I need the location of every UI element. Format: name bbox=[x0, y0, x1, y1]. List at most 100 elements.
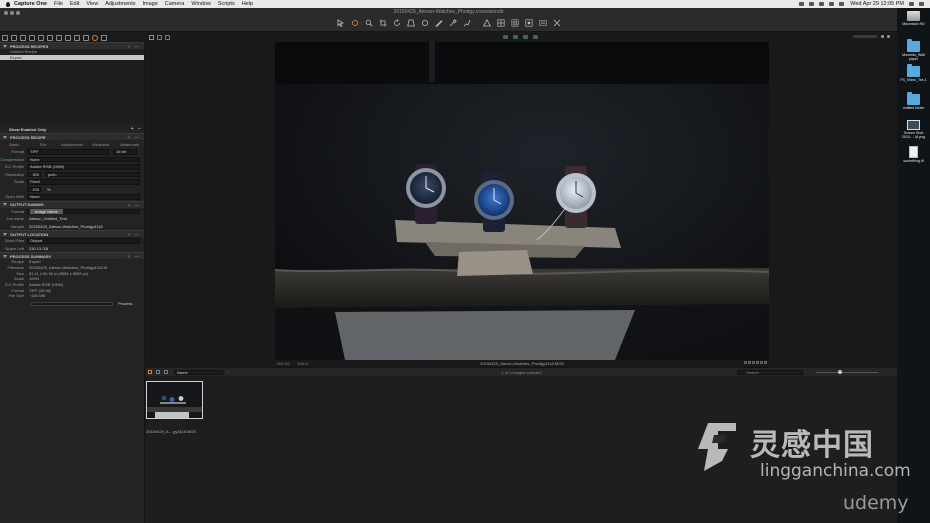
naming-format-input[interactable]: Image Name bbox=[27, 208, 140, 214]
open-with-select[interactable]: None bbox=[27, 194, 140, 200]
overlay-toggle-4-icon[interactable] bbox=[533, 35, 538, 39]
menu-edit[interactable]: Edit bbox=[70, 1, 79, 7]
collapse-triangle-icon[interactable] bbox=[3, 232, 7, 236]
resolution-unit-select[interactable]: px/in bbox=[45, 171, 140, 177]
menu-window[interactable]: Window bbox=[191, 1, 211, 7]
menu-view[interactable]: View bbox=[86, 1, 98, 7]
settings-tools-icon[interactable] bbox=[552, 18, 562, 28]
annotate-tool-icon[interactable] bbox=[462, 18, 472, 28]
section-output-naming[interactable]: OUTPUT NAMING ? ⋯ bbox=[0, 200, 144, 208]
bit-depth-select[interactable]: 16 bit bbox=[113, 149, 137, 155]
viewer-compare-icon[interactable] bbox=[165, 35, 170, 40]
dropbox-icon[interactable] bbox=[799, 2, 805, 6]
scale-percent-input[interactable]: 100 bbox=[27, 186, 41, 192]
warning-icon[interactable] bbox=[482, 18, 492, 28]
zoom-slider[interactable] bbox=[853, 35, 877, 38]
overlay-toggle-2-icon[interactable] bbox=[513, 35, 518, 39]
menu-camera[interactable]: Camera bbox=[165, 1, 185, 7]
image-name-token[interactable]: Image Name bbox=[30, 208, 63, 214]
thumbnail-rating[interactable]: · · · · · bbox=[160, 422, 180, 427]
zoom-tool-icon[interactable] bbox=[364, 18, 374, 28]
tab-output-active-icon[interactable] bbox=[92, 34, 98, 41]
tab-details-icon[interactable] bbox=[47, 34, 53, 41]
viewer-single-icon[interactable] bbox=[149, 35, 154, 40]
collapse-triangle-icon[interactable] bbox=[3, 203, 7, 206]
add-recipe-button[interactable]: + bbox=[131, 126, 134, 132]
main-photo[interactable] bbox=[275, 42, 769, 360]
spot-tool-icon[interactable] bbox=[420, 18, 430, 28]
tab-output-icon[interactable] bbox=[83, 34, 89, 41]
volume-icon[interactable] bbox=[829, 2, 835, 6]
desktop-icon-screenshot[interactable]: Screen Shot 2015-....M.png bbox=[899, 120, 928, 139]
tab-lens-icon[interactable] bbox=[20, 34, 26, 41]
icc-profile-select[interactable]: Adobe RGB (1998) bbox=[27, 164, 140, 170]
collapse-triangle-icon[interactable] bbox=[3, 44, 7, 48]
menu-adjustments[interactable]: Adjustments bbox=[105, 1, 135, 7]
format-select[interactable]: TIFF bbox=[27, 149, 109, 155]
brush-tool-icon[interactable] bbox=[434, 18, 444, 28]
menu-image[interactable]: Image bbox=[142, 1, 157, 7]
user-icon[interactable] bbox=[887, 35, 890, 38]
crop-tool-icon[interactable] bbox=[378, 18, 388, 28]
remove-recipe-button[interactable]: − bbox=[138, 126, 141, 132]
rotate-tool-icon[interactable] bbox=[392, 18, 402, 28]
desktop-icon-untitled-folder[interactable]: untitled folder bbox=[899, 92, 928, 110]
section-process-summary[interactable]: PROCESS SUMMARY ? ⋯ bbox=[0, 252, 144, 259]
compression-select[interactable]: None bbox=[27, 156, 140, 162]
tab-library-icon[interactable] bbox=[2, 34, 8, 41]
rating-icons[interactable] bbox=[743, 361, 767, 364]
tab-batch-icon[interactable] bbox=[101, 34, 107, 41]
resolution-input[interactable]: 300 bbox=[27, 171, 41, 177]
tab-adjustments-icon[interactable] bbox=[65, 34, 71, 41]
notification-center-icon[interactable] bbox=[919, 2, 924, 6]
search-icon[interactable] bbox=[909, 2, 914, 6]
section-process-recipe[interactable]: PROCESS RECIPE ? ⋯ bbox=[0, 133, 144, 140]
keystone-tool-icon[interactable] bbox=[406, 18, 416, 28]
menubar-clock[interactable]: Wed Apr 29 12:05 PM bbox=[850, 1, 904, 7]
thumbnail-image[interactable] bbox=[146, 381, 203, 419]
thumbnail-size-knob[interactable] bbox=[838, 370, 842, 374]
section-process-recipes[interactable]: PROCESS RECIPES ? ⋯ bbox=[0, 42, 144, 49]
full-screen-icon[interactable] bbox=[538, 18, 548, 28]
pan-tool-icon[interactable] bbox=[336, 18, 346, 28]
tab-metadata[interactable]: Metadata bbox=[86, 142, 115, 147]
apple-icon[interactable] bbox=[5, 1, 10, 7]
viewer-multi-icon[interactable] bbox=[157, 35, 162, 40]
process-button[interactable]: Process bbox=[118, 301, 132, 306]
battery-icon[interactable] bbox=[839, 2, 845, 6]
proof-icon[interactable] bbox=[524, 18, 534, 28]
overlay-toggle-1-icon[interactable] bbox=[503, 35, 508, 39]
bluetooth-icon[interactable] bbox=[809, 2, 815, 6]
collapse-triangle-icon[interactable] bbox=[3, 135, 7, 139]
search-input[interactable]: Search bbox=[737, 369, 803, 375]
menu-help[interactable]: Help bbox=[242, 1, 253, 7]
overlay-toggle-3-icon[interactable] bbox=[523, 35, 528, 39]
tab-exposure-icon[interactable] bbox=[38, 34, 44, 41]
collapse-triangle-icon[interactable] bbox=[3, 254, 7, 258]
tab-color-icon[interactable] bbox=[29, 34, 35, 41]
zoom-knob-icon[interactable] bbox=[881, 35, 884, 38]
menu-file[interactable]: File bbox=[54, 1, 63, 7]
desktop-icon-tif-file[interactable]: something.tif bbox=[899, 146, 928, 163]
desktop-icon-macintosh-hd[interactable]: Macintosh HD bbox=[899, 11, 928, 26]
recipe-item-export[interactable]: Export bbox=[0, 54, 144, 60]
tab-adjustments[interactable]: Adjustments bbox=[58, 142, 87, 147]
section-controls[interactable]: ? ⋯ bbox=[127, 135, 141, 140]
thumbnail-size-slider[interactable] bbox=[816, 371, 878, 373]
picker-tool-icon[interactable] bbox=[448, 18, 458, 28]
menu-app[interactable]: Capture One bbox=[14, 1, 47, 7]
tab-watermark[interactable]: Watermark bbox=[115, 142, 144, 147]
capture-tool-icon[interactable] bbox=[350, 18, 360, 28]
tab-basic[interactable]: Basic bbox=[0, 142, 29, 147]
scale-select[interactable]: Fixed bbox=[27, 179, 140, 185]
grid-icon[interactable] bbox=[496, 18, 506, 28]
show-enabled-checkbox[interactable]: Show Enabled Only bbox=[9, 127, 46, 132]
desktop-icon-wallpaper-folder[interactable]: Moonrds_Wall paper bbox=[899, 39, 928, 61]
tab-metadata-icon[interactable] bbox=[74, 34, 80, 41]
multi-view-icon[interactable] bbox=[510, 18, 520, 28]
section-output-location[interactable]: OUTPUT LOCATION ? ⋯ bbox=[0, 230, 144, 237]
tab-capture-icon[interactable] bbox=[11, 34, 17, 41]
tab-local-adjust-icon[interactable] bbox=[56, 34, 62, 41]
menu-scripts[interactable]: Scripts bbox=[218, 1, 235, 7]
store-files-select[interactable]: Output bbox=[27, 238, 140, 244]
